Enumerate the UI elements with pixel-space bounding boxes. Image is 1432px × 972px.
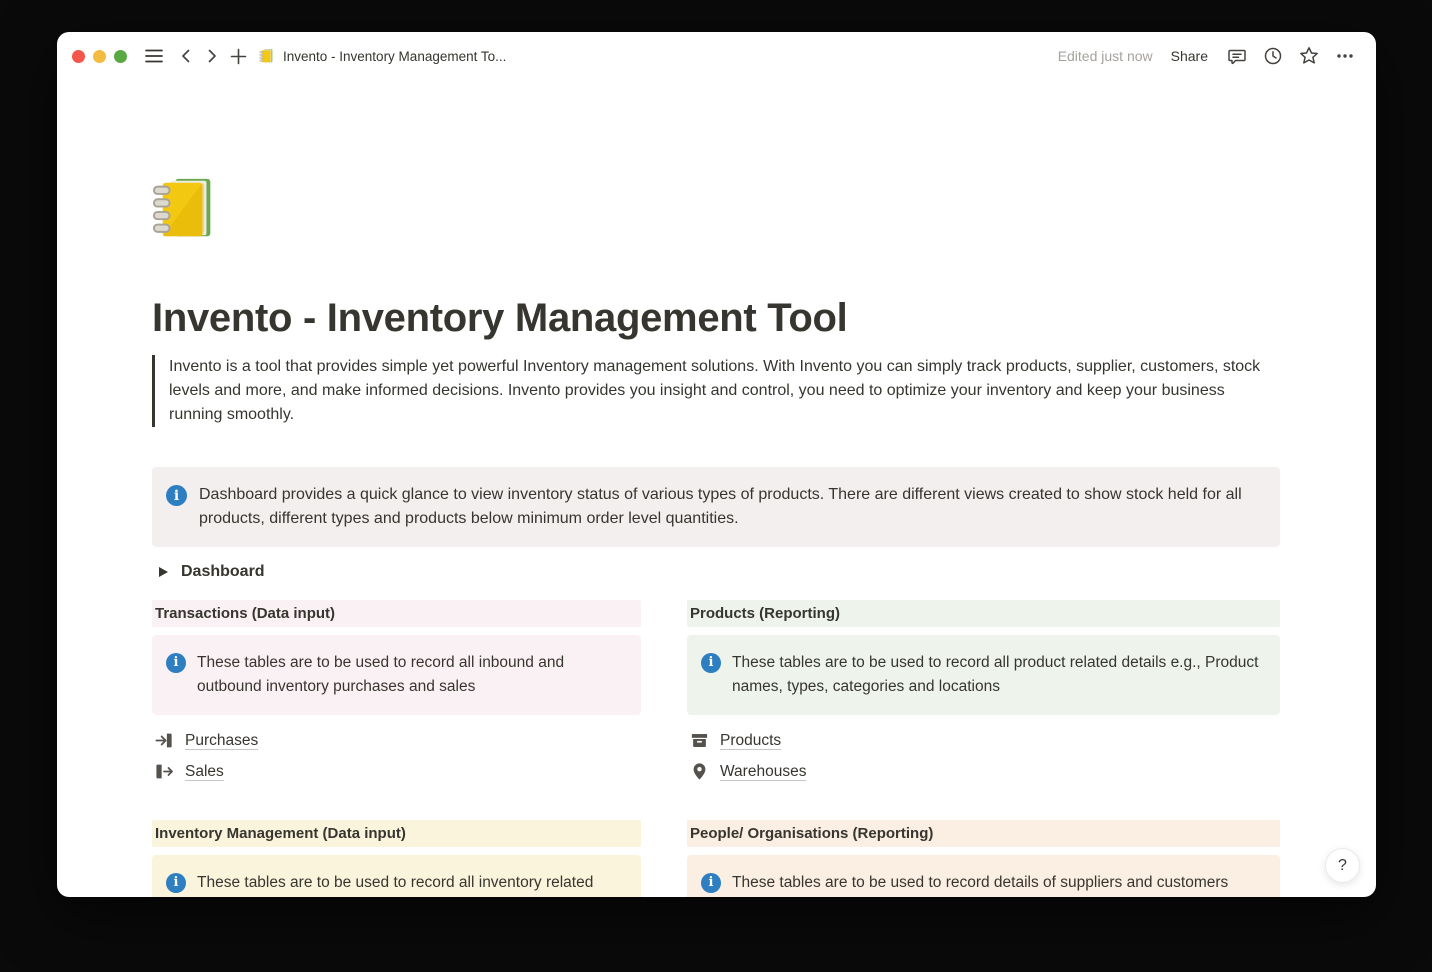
section-heading-inventory: Inventory Management (Data input): [152, 820, 641, 847]
left-column: Transactions (Data input) i These tables…: [152, 600, 641, 897]
link-warehouses-label: Warehouses: [720, 763, 806, 781]
info-icon: i: [701, 873, 721, 893]
people-callout: i These tables are to be used to record …: [687, 855, 1280, 897]
link-purchases-label: Purchases: [185, 732, 258, 750]
favorite-button[interactable]: [1296, 43, 1322, 69]
inventory-callout: i These tables are to be used to record …: [152, 855, 641, 897]
section-columns: Transactions (Data input) i These tables…: [152, 600, 1280, 897]
dashboard-callout-text: Dashboard provides a quick glance to vie…: [199, 483, 1264, 531]
forward-button[interactable]: [199, 43, 225, 69]
more-button[interactable]: [1332, 43, 1358, 69]
info-icon: i: [166, 653, 186, 673]
minimize-button[interactable]: [93, 50, 106, 63]
dashboard-callout: i Dashboard provides a quick glance to v…: [152, 467, 1280, 547]
link-purchases[interactable]: Purchases: [152, 725, 641, 756]
help-button[interactable]: ?: [1325, 848, 1360, 883]
back-button[interactable]: [173, 43, 199, 69]
products-callout: i These tables are to be used to record …: [687, 635, 1280, 715]
info-icon: i: [166, 873, 186, 893]
transactions-links: Purchases Sales: [152, 725, 641, 787]
page-title[interactable]: Invento - Inventory Management Tool: [152, 293, 1280, 343]
right-column: Products (Reporting) i These tables are …: [687, 600, 1280, 897]
location-pin-icon: [690, 762, 709, 781]
close-button[interactable]: [72, 50, 85, 63]
archive-box-icon: [690, 731, 709, 750]
products-callout-text: These tables are to be used to record al…: [732, 651, 1266, 699]
exit-arrow-icon: [155, 762, 174, 781]
inventory-callout-text: These tables are to be used to record al…: [197, 871, 627, 897]
page-icon-notebook[interactable]: [152, 174, 222, 244]
dashboard-toggle[interactable]: Dashboard: [152, 558, 1280, 586]
edited-status: Edited just now: [1058, 48, 1153, 64]
dashboard-toggle-label: Dashboard: [181, 563, 265, 581]
app-window: Invento - Inventory Management To... Edi…: [57, 32, 1376, 897]
info-icon: i: [166, 485, 187, 506]
transactions-callout: i These tables are to be used to record …: [152, 635, 641, 715]
titlebar: Invento - Inventory Management To... Edi…: [57, 32, 1376, 80]
transactions-callout-text: These tables are to be used to record al…: [197, 651, 627, 699]
people-callout-text: These tables are to be used to record de…: [732, 871, 1228, 895]
enter-arrow-icon: [155, 731, 174, 750]
notebook-icon: [259, 48, 275, 64]
intro-quote: Invento is a tool that provides simple y…: [152, 355, 1280, 427]
section-heading-people: People/ Organisations (Reporting): [687, 820, 1280, 847]
page-content: Invento - Inventory Management Tool Inve…: [57, 80, 1376, 897]
toggle-arrow-icon[interactable]: [159, 567, 168, 577]
zoom-button[interactable]: [114, 50, 127, 63]
link-sales-label: Sales: [185, 763, 224, 781]
section-heading-products: Products (Reporting): [687, 600, 1280, 627]
comments-button[interactable]: [1224, 43, 1250, 69]
link-products[interactable]: Products: [687, 725, 1280, 756]
page-tab[interactable]: Invento - Inventory Management To...: [259, 48, 506, 64]
link-products-label: Products: [720, 732, 781, 750]
tab-title: Invento - Inventory Management To...: [283, 49, 506, 64]
history-button[interactable]: [1260, 43, 1286, 69]
link-warehouses[interactable]: Warehouses: [687, 756, 1280, 787]
share-button[interactable]: Share: [1171, 48, 1208, 64]
products-links: Products Warehouses: [687, 725, 1280, 787]
info-icon: i: [701, 653, 721, 673]
link-sales[interactable]: Sales: [152, 756, 641, 787]
menu-icon[interactable]: [141, 43, 167, 69]
new-tab-button[interactable]: [225, 43, 251, 69]
section-heading-transactions: Transactions (Data input): [152, 600, 641, 627]
traffic-lights: [72, 50, 127, 63]
